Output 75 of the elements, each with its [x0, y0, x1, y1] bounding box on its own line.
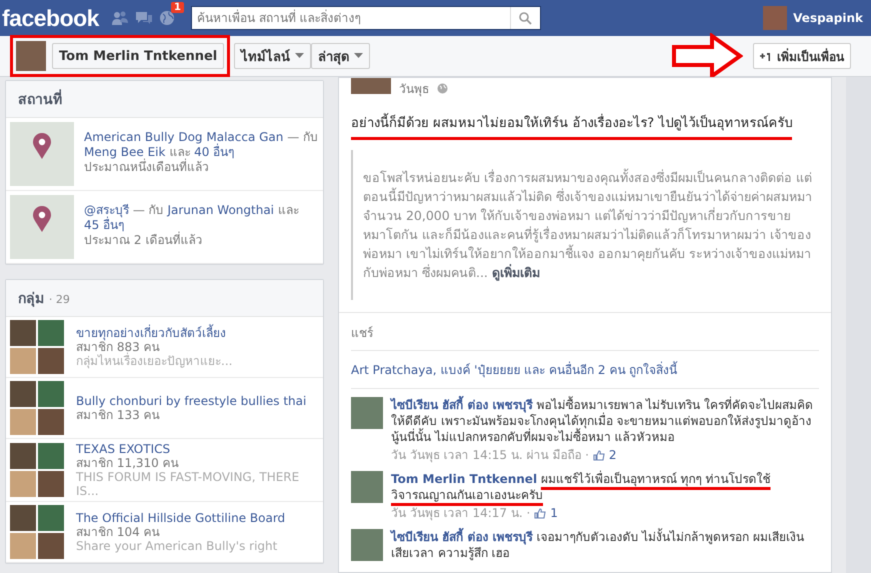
group-name[interactable]: ขายทุกอย่างเกี่ยวกับสัตว์เลี้ยง: [76, 326, 232, 340]
photo-placeholder: [38, 381, 64, 407]
commenter-name[interactable]: ไซบีเรียน ฮัสกี้ ต่อง เพชรบุรี: [391, 398, 533, 412]
like-count[interactable]: 2: [608, 447, 617, 463]
place-time: ประมาณ 2 เดือนที่แล้ว: [84, 233, 204, 248]
quoted-text: ขอโพสไรหน่อยนะคับ เรื่องการผสมหมาของคุณทั้งสองซึ่งมีผมเป็นคนกลางติดต่อ แต่ตอนนี้มีปัญหาว่าหมาผสมแล้วไม่ติด ซึ่งเจ้าของแม่หมาเขายืนยันว่าได้จ่ายค่าผสมหมาจำนวน 20,000 บาท ให้กับเจ้าของพ่อหมา แต่ได้ข่าวว่ามีปัญหาเกี่ยวกับการขายหมาโตกัน และก็มีน้องและคนที่รู้เรื่องหมาผสมว่าไม่ติดแล้วก็โทรมาหาผมว่า เจ้าของพ่อหมา เขาไม่เทิร์นให้อยากให้ออกมาชี้แจง ออกมาคุยกันคับ ระหว่างเจ้าของแม่หมากับพ่อหมา ซึ่งผมคนติ... ดูเพิ่มเติม: [351, 150, 819, 300]
notification-badge: 1: [171, 2, 184, 13]
photo-placeholder: [38, 505, 64, 531]
see-more-link[interactable]: ดูเพิ่มเติม: [492, 265, 540, 280]
thumbs-up-icon[interactable]: [592, 450, 605, 460]
photo-placeholder: [10, 320, 36, 346]
commenter-name[interactable]: Tom Merlin Tntkennel: [391, 472, 538, 486]
likes-summary: Art Pratchaya, แบงค์ 'ปุ๋ยยยยย และ คนอื่นอีก 2 คน ถูกใจสิ่งนี้: [351, 351, 819, 389]
dropdown-button[interactable]: ล่าสุด: [311, 43, 370, 69]
search-icon[interactable]: [518, 12, 532, 24]
group-members: สมาชิก 104 คน: [76, 525, 161, 539]
others-link[interactable]: 45 อื่นๆ: [84, 218, 124, 232]
place-description: American Bully Dog Malacca Gan — กับ Meng Bee Eik และ 40 อื่นๆ: [84, 130, 319, 159]
group-members: สมาชิก 133 คน: [76, 408, 161, 422]
photo-placeholder: [10, 443, 36, 469]
group-name[interactable]: TEXAS EXOTICS: [76, 442, 319, 456]
photo-placeholder: [10, 409, 36, 435]
comment-meta: วัน วันพุธ เวลา 14:15 น. ผ่าน มือถือ ·: [391, 447, 589, 463]
group-members: สมาชิก 883 คน: [76, 340, 160, 354]
place-time: ประมาณหนึ่งเดือนที่แล้ว: [84, 160, 210, 175]
place-link[interactable]: American Bully Dog Malacca Gan: [84, 130, 284, 144]
caret-icon: [354, 53, 364, 59]
group-members: สมาชิก 11,310 คน: [76, 456, 180, 470]
group-description: กลุ่มไหนเรื่องเยอะปัญหาแยะ...: [76, 354, 232, 368]
post-text: อย่างนี้ก็มีด้วย ผสมหมาไม่ยอมให้เทิร์น อ้างเรื่องอะไร? ไปดูไว้เป็นอุทาหรณ์ครับ: [351, 112, 792, 140]
photo-placeholder: [38, 409, 64, 435]
dropdown-button[interactable]: ไทม์ไลน์: [234, 43, 312, 69]
like-count[interactable]: 1: [550, 505, 558, 521]
share-link[interactable]: แชร์: [351, 326, 373, 340]
person-link[interactable]: Meng Bee Eik: [84, 145, 166, 159]
map-pin-icon: [32, 132, 52, 160]
place-link[interactable]: @สระบุรี: [84, 203, 129, 217]
friends-icon[interactable]: [110, 10, 129, 26]
photo-placeholder: [38, 533, 64, 559]
messages-icon[interactable]: [134, 10, 153, 26]
photo-placeholder: [10, 533, 36, 559]
photo-placeholder: [10, 348, 36, 374]
groups-title: กลุ่ม: [18, 291, 44, 307]
group-description: THIS FORUM IS FAST-MOVING, THERE IS...: [76, 470, 300, 498]
group-name[interactable]: Bully chonburi by freestyle bullies thai: [76, 394, 306, 408]
add-person-icon: [760, 51, 772, 61]
groups-count: · 29: [48, 293, 70, 306]
map-pin-icon: [32, 205, 52, 233]
photo-placeholder: [10, 505, 36, 531]
person-link[interactable]: Jarunan Wongthai: [167, 203, 274, 217]
photo-placeholder: [38, 443, 64, 469]
photo-placeholder: [10, 471, 36, 497]
photo-placeholder: [38, 320, 64, 346]
place-description: @สระบุรี — กับ Jarunan Wongthai และ 45 อื่นๆ: [84, 203, 300, 232]
group-description: Share your American Bully's right: [76, 539, 278, 553]
search-field[interactable]: ค้นหาเพื่อน สถานที่ และสิ่งต่างๆ: [190, 6, 541, 30]
globe-icon: [437, 82, 448, 94]
thumbs-up-icon[interactable]: [534, 508, 546, 518]
comment-text: Tom Merlin Tntkennel ผมแชร์ไว้เพื่อเป็นอุทาหรณ์ ทุกๆ ท่านโปรดใช้วิจารณญาณกันเอาเองนะครับ: [391, 471, 772, 503]
commenter-name[interactable]: ไซบีเรียน ฮัสกี้ ต่อง เพชรบุรี: [391, 530, 533, 544]
add-friend-button[interactable]: เพิ่มเป็นเพื่อน: [753, 43, 851, 69]
globe-icon[interactable]: [158, 10, 175, 26]
comment-meta: วัน วันพุธ เวลา 14:17 น. ·: [391, 505, 530, 521]
profile-name-button[interactable]: Tom Merlin Tntkennel: [52, 43, 224, 69]
comment-text: ไซบีเรียน ฮัสกี้ ต่อง เพชรบุรี เจอมาๆกับตัวเองดับ ไม่งั้นไม่กล้าพูดหรอก ผมเสียเงิน เสียเวลา ความรู้สึก เฮอ: [391, 529, 819, 561]
caret-icon: [295, 53, 304, 59]
photo-placeholder: [38, 471, 64, 497]
photo-placeholder: [10, 381, 36, 407]
post-date[interactable]: วันพุธ: [399, 78, 429, 98]
comment-text: ไซบีเรียน ฮัสกี้ ต่อง เพชรบุรี พอไม่ซื้อหมาเรยพาล ไม่รับเทริน ใครที่คัดจะไปผสมคิดให้ดีดีคับ เพราะมันพร้อมจะโกงคุนได้ทุกเมื่อ จะขายหมาแต่พอบอกให้ส่งรูปมาดูอ้างนู้นนี่นั้น ไม่แปลกหรอกคับที่ผมจะไม่ซื้อหมา แล้วหัวหมอ: [391, 397, 819, 445]
facebook-logo[interactable]: facebook: [2, 4, 99, 32]
photo-placeholder: [38, 348, 64, 374]
others-link[interactable]: 40 อื่นๆ: [194, 145, 234, 159]
group-name[interactable]: The Official Hillside Gottiline Board: [76, 511, 286, 525]
user-name[interactable]: Vespapink: [793, 11, 863, 25]
